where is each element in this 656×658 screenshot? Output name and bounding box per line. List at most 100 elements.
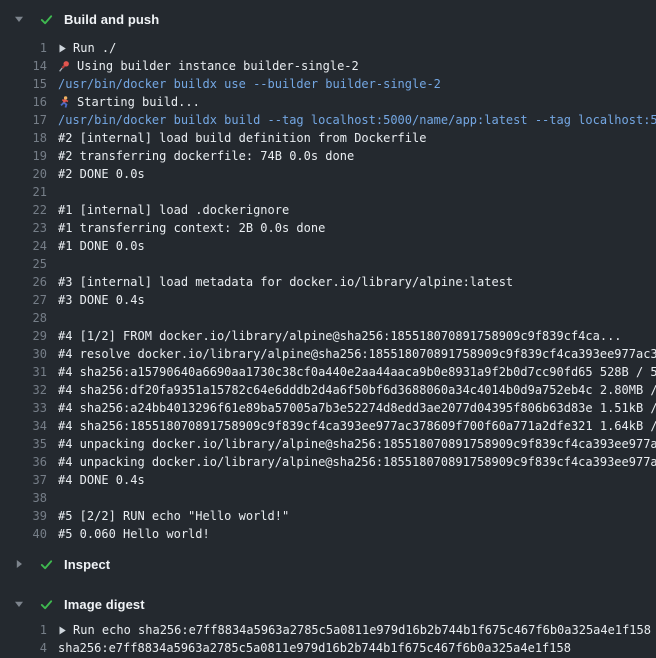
log-line[interactable]: 1 Run echo sha256:e7ff8834a5963a2785c5a0… (0, 621, 656, 639)
log-text: #5 [2/2] RUN echo "Hello world!" (58, 507, 289, 525)
line-number[interactable]: 28 (0, 309, 47, 327)
log-line[interactable]: 25 (0, 255, 656, 273)
log-line[interactable]: 19 #2 transferring dockerfile: 74B 0.0s … (0, 147, 656, 165)
line-number[interactable]: 15 (0, 75, 47, 93)
log-line[interactable]: 22 #1 [internal] load .dockerignore (0, 201, 656, 219)
runner-icon (58, 96, 72, 109)
line-number[interactable]: 20 (0, 165, 47, 183)
log-line[interactable]: 24 #1 DONE 0.0s (0, 237, 656, 255)
log-text: #2 transferring dockerfile: 74B 0.0s don… (58, 147, 354, 165)
section-header[interactable]: Inspect (0, 547, 656, 581)
log-text: #4 sha256:a24bb4013296f61e89ba57005a7b3e… (58, 399, 656, 417)
log-line[interactable]: 40 #5 0.060 Hello world! (0, 525, 656, 543)
log-line[interactable]: 38 (0, 489, 656, 507)
chevron-right-icon (14, 559, 24, 569)
log-line[interactable]: 29 #4 [1/2] FROM docker.io/library/alpin… (0, 327, 656, 345)
section-header[interactable]: Build and push (0, 0, 656, 38)
log-text: Run ./ (73, 39, 116, 57)
log-line[interactable]: 23 #1 transferring context: 2B 0.0s done (0, 219, 656, 237)
line-number[interactable]: 32 (0, 381, 47, 399)
line-number[interactable]: 40 (0, 525, 47, 543)
section-image-digest: Image digest 1 Run echo sha256:e7ff8834a… (0, 587, 656, 658)
run-caret-icon[interactable] (58, 626, 67, 635)
log-text: #4 sha256:185518070891758909c9f839cf4ca3… (58, 417, 656, 435)
log-line[interactable]: 34 #4 sha256:185518070891758909c9f839cf4… (0, 417, 656, 435)
log-line[interactable]: 14 Using builder instance builder-single… (0, 57, 656, 75)
log-text: #2 DONE 0.0s (58, 165, 145, 183)
line-number[interactable]: 24 (0, 237, 47, 255)
log-line[interactable]: 37 #4 DONE 0.4s (0, 471, 656, 489)
log-line[interactable]: 15 /usr/bin/docker buildx use --builder … (0, 75, 656, 93)
log-line[interactable]: 39 #5 [2/2] RUN echo "Hello world!" (0, 507, 656, 525)
workflow-log-viewer: Build and push 1 Run ./ 14 Using builder… (0, 0, 656, 658)
line-number[interactable]: 37 (0, 471, 47, 489)
log-text: #4 unpacking docker.io/library/alpine@sh… (58, 453, 656, 471)
section-header[interactable]: Image digest (0, 587, 656, 621)
line-number[interactable]: 25 (0, 255, 47, 273)
log-line[interactable]: 17 /usr/bin/docker buildx build --tag lo… (0, 111, 656, 129)
log-line[interactable]: 20 #2 DONE 0.0s (0, 165, 656, 183)
line-number[interactable]: 30 (0, 345, 47, 363)
section-title: Inspect (64, 557, 110, 572)
line-number[interactable]: 1 (0, 39, 47, 57)
chevron-down-icon (14, 599, 24, 609)
log-line[interactable]: 16 Starting build... (0, 93, 656, 111)
log-text: #4 resolve docker.io/library/alpine@sha2… (58, 345, 656, 363)
log-text: #1 transferring context: 2B 0.0s done (58, 219, 325, 237)
log-text: Starting build... (77, 93, 200, 111)
line-number[interactable]: 4 (0, 639, 47, 657)
log-text: #4 DONE 0.4s (58, 471, 145, 489)
chevron-down-icon (14, 14, 24, 24)
section-build-and-push: Build and push 1 Run ./ 14 Using builder… (0, 0, 656, 547)
log-text: #5 0.060 Hello world! (58, 525, 210, 543)
check-icon (39, 12, 55, 27)
log-text: #3 DONE 0.4s (58, 291, 145, 309)
log-text: #2 [internal] load build definition from… (58, 129, 426, 147)
log-line[interactable]: 18 #2 [internal] load build definition f… (0, 129, 656, 147)
log-text: #4 [1/2] FROM docker.io/library/alpine@s… (58, 327, 622, 345)
log-text: Using builder instance builder-single-2 (77, 57, 359, 75)
log-line[interactable]: 21 (0, 183, 656, 201)
check-icon (39, 597, 55, 612)
line-number[interactable]: 34 (0, 417, 47, 435)
log-line[interactable]: 26 #3 [internal] load metadata for docke… (0, 273, 656, 291)
log-line[interactable]: 27 #3 DONE 0.4s (0, 291, 656, 309)
line-number[interactable]: 27 (0, 291, 47, 309)
log-text: #4 sha256:a15790640a6690aa1730c38cf0a440… (58, 363, 656, 381)
log-line[interactable]: 1 Run ./ (0, 39, 656, 57)
line-number[interactable]: 17 (0, 111, 47, 129)
log-text: #1 DONE 0.0s (58, 237, 145, 255)
log-line[interactable]: 31 #4 sha256:a15790640a6690aa1730c38cf0a… (0, 363, 656, 381)
line-number[interactable]: 16 (0, 93, 47, 111)
log-line[interactable]: 32 #4 sha256:df20fa9351a15782c64e6dddb2d… (0, 381, 656, 399)
line-number[interactable]: 18 (0, 129, 47, 147)
section-log-body: 1 Run ./ 14 Using builder instance build… (0, 38, 656, 547)
line-number[interactable]: 26 (0, 273, 47, 291)
section-inspect: Inspect (0, 547, 656, 581)
log-line[interactable]: 4 sha256:e7ff8834a5963a2785c5a0811e979d1… (0, 639, 656, 657)
log-line[interactable]: 30 #4 resolve docker.io/library/alpine@s… (0, 345, 656, 363)
line-number[interactable]: 33 (0, 399, 47, 417)
line-number[interactable]: 36 (0, 453, 47, 471)
log-text: /usr/bin/docker buildx use --builder bui… (58, 75, 441, 93)
log-line[interactable]: 28 (0, 309, 656, 327)
line-number[interactable]: 39 (0, 507, 47, 525)
log-line[interactable]: 36 #4 unpacking docker.io/library/alpine… (0, 453, 656, 471)
line-number[interactable]: 14 (0, 57, 47, 75)
run-caret-icon[interactable] (58, 44, 67, 53)
line-number[interactable]: 29 (0, 327, 47, 345)
line-number[interactable]: 19 (0, 147, 47, 165)
line-number[interactable]: 1 (0, 621, 47, 639)
check-icon (39, 557, 55, 572)
line-number[interactable]: 35 (0, 435, 47, 453)
log-text: Run echo sha256:e7ff8834a5963a2785c5a081… (73, 621, 651, 639)
section-log-body: 1 Run echo sha256:e7ff8834a5963a2785c5a0… (0, 621, 656, 658)
line-number[interactable]: 31 (0, 363, 47, 381)
line-number[interactable]: 21 (0, 183, 47, 201)
line-number[interactable]: 23 (0, 219, 47, 237)
line-number[interactable]: 38 (0, 489, 47, 507)
log-line[interactable]: 33 #4 sha256:a24bb4013296f61e89ba57005a7… (0, 399, 656, 417)
section-title: Build and push (64, 12, 159, 27)
log-line[interactable]: 35 #4 unpacking docker.io/library/alpine… (0, 435, 656, 453)
line-number[interactable]: 22 (0, 201, 47, 219)
